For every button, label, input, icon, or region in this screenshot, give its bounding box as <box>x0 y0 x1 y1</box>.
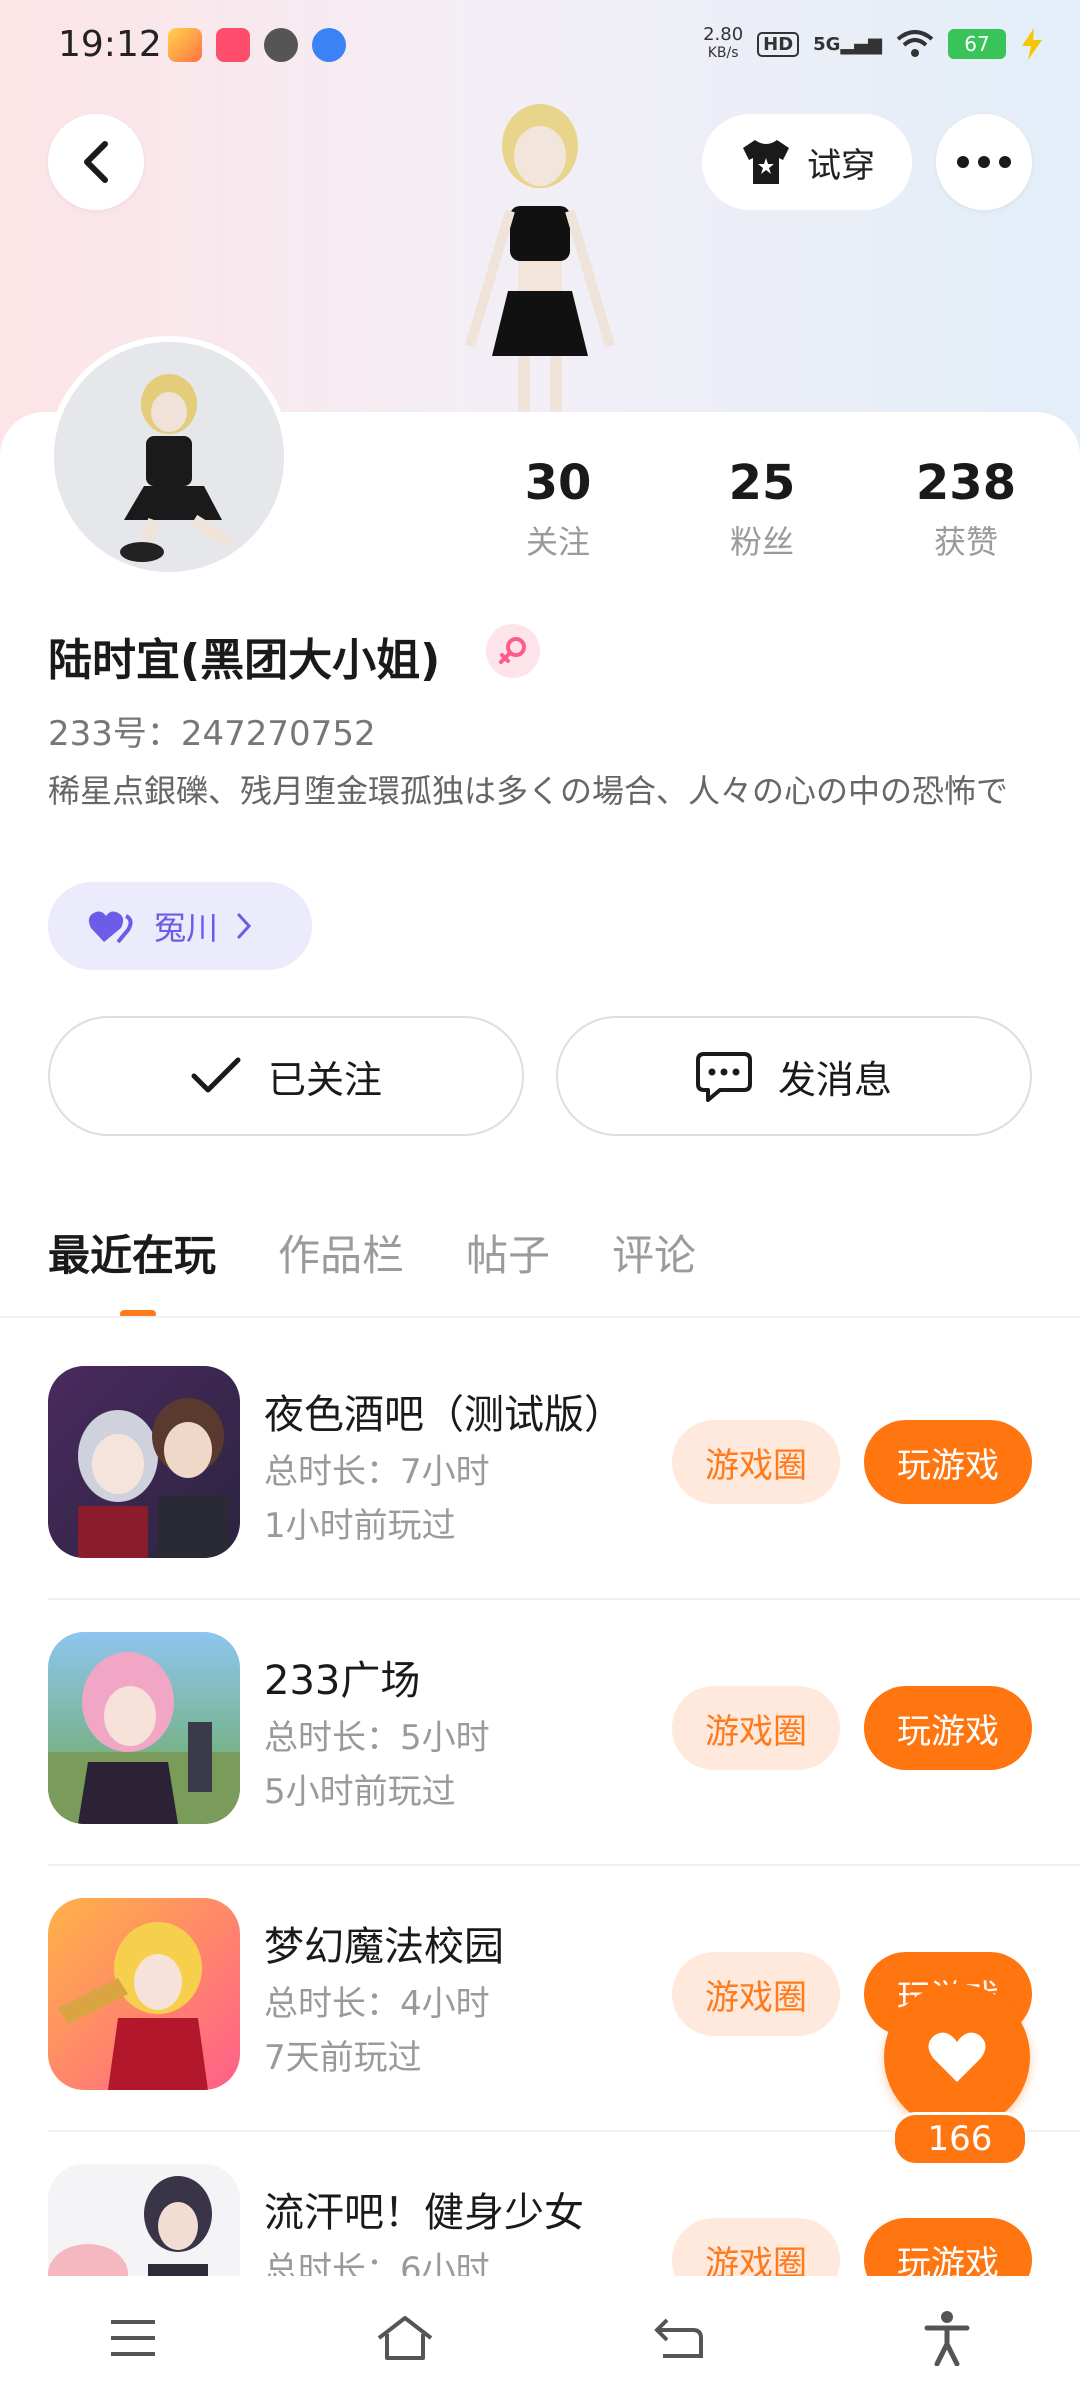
like-button[interactable] <box>884 1984 1030 2130</box>
game-title: 夜色酒吧（测试版） <box>264 1392 624 1438</box>
stat-value: 238 <box>915 455 1017 511</box>
checkmark-icon <box>191 1057 241 1093</box>
divider <box>0 1316 1080 1318</box>
stat-likes[interactable]: 238 获赞 <box>886 455 1046 563</box>
stat-value: 30 <box>524 455 592 511</box>
chat-notification-icon <box>264 28 298 62</box>
double-heart-icon <box>88 911 133 944</box>
menu-icon[interactable] <box>109 2318 157 2362</box>
game-icon <box>48 1898 240 2090</box>
message-label: 发消息 <box>777 1057 892 1102</box>
heart-icon <box>928 2032 986 2082</box>
stat-label: 关注 <box>525 523 590 561</box>
more-button[interactable] <box>936 114 1032 210</box>
game-total-time: 总时长：7小时 <box>264 1452 490 1492</box>
user-id: 233号：247270752 <box>48 714 376 754</box>
app-notification-icon <box>216 28 250 62</box>
game-title: 梦幻魔法校园 <box>264 1924 504 1970</box>
game-total-time: 总时长：6小时 <box>264 2250 490 2276</box>
wifi-icon <box>896 30 934 57</box>
game-icon <box>48 1366 240 1558</box>
home-icon[interactable] <box>375 2314 435 2366</box>
tab-works[interactable]: 作品栏 <box>278 1222 404 1283</box>
game-circle-button[interactable]: 游戏圈 <box>672 1420 840 1504</box>
play-game-button[interactable]: 玩游戏 <box>864 2218 1032 2276</box>
tab-comments[interactable]: 评论 <box>612 1222 696 1283</box>
chevron-right-icon <box>237 913 252 939</box>
notification-icons <box>168 28 346 62</box>
charging-icon <box>1022 28 1042 60</box>
game-last-played: 7天前玩过 <box>264 2038 422 2078</box>
signal-label: 5G <box>813 33 841 55</box>
list-item[interactable]: 夜色酒吧（测试版） 总时长：7小时 1小时前玩过 游戏圈 玩游戏 <box>0 1366 1080 1632</box>
try-on-label: 试穿 <box>807 145 875 186</box>
game-circle-button[interactable]: 游戏圈 <box>672 1952 840 2036</box>
game-circle-button[interactable]: 游戏圈 <box>672 2218 840 2276</box>
game-circle-button[interactable]: 游戏圈 <box>672 1686 840 1770</box>
game-icon <box>48 1632 240 1824</box>
like-count: 166 <box>892 2112 1028 2166</box>
profile-tabs: 最近在玩 作品栏 帖子 评论 <box>48 1222 696 1283</box>
divider <box>48 1864 1080 1866</box>
stat-followers[interactable]: 25 粉丝 <box>682 455 842 563</box>
net-speed: 2.80 <box>703 24 744 45</box>
follow-button[interactable]: 已关注 <box>48 1016 524 1136</box>
back-nav-icon[interactable] <box>653 2316 705 2364</box>
tab-recent-played[interactable]: 最近在玩 <box>48 1222 216 1283</box>
browser-notification-icon <box>312 28 346 62</box>
try-on-button[interactable]: 试穿 <box>702 114 912 210</box>
follow-label: 已关注 <box>267 1057 382 1102</box>
game-total-time: 总时长：4小时 <box>264 1984 490 2024</box>
stat-label: 粉丝 <box>729 523 794 561</box>
profile-name: 陆时宜(黑团大小姐) <box>48 635 441 686</box>
more-dots-icon <box>957 156 1011 168</box>
game-title: 233广场 <box>264 1658 421 1704</box>
relationship-tag-label: 冤川 <box>154 909 219 947</box>
stat-label: 获赞 <box>933 523 998 561</box>
play-game-button[interactable]: 玩游戏 <box>864 1420 1032 1504</box>
status-bar: 19:12 2.80 KB/s HD 5G▂▄▆ 67 <box>0 0 1080 96</box>
tab-posts[interactable]: 帖子 <box>466 1222 550 1283</box>
battery-icon: 67 <box>948 29 1006 59</box>
game-icon <box>48 2164 240 2276</box>
female-gender-icon <box>486 624 540 678</box>
status-time: 19:12 <box>58 24 162 65</box>
back-button[interactable] <box>48 114 144 210</box>
app-notification-icon <box>168 28 202 62</box>
net-speed-unit: KB/s <box>707 45 739 61</box>
hd-badge: HD <box>757 31 800 57</box>
list-item[interactable]: 流汗吧！健身少女 总时长：6小时 游戏圈 玩游戏 <box>0 2164 1080 2276</box>
game-title: 流汗吧！健身少女 <box>264 2190 584 2236</box>
list-item[interactable]: 233广场 总时长：5小时 5小时前玩过 游戏圈 玩游戏 <box>0 1632 1080 1898</box>
divider <box>48 1598 1080 1600</box>
play-game-button[interactable]: 玩游戏 <box>864 1686 1032 1770</box>
status-indicators: 2.80 KB/s HD 5G▂▄▆ 67 <box>703 26 1044 62</box>
avatar-3d-figure <box>430 96 650 416</box>
game-last-played: 5小时前玩过 <box>264 1772 456 1812</box>
stat-following[interactable]: 30 关注 <box>478 455 638 563</box>
system-nav-bar <box>0 2276 1080 2404</box>
chevron-left-icon <box>84 141 108 183</box>
tshirt-icon <box>743 140 789 184</box>
avatar[interactable] <box>48 336 290 578</box>
message-button[interactable]: 发消息 <box>556 1016 1032 1136</box>
chat-bubble-icon <box>695 1052 752 1102</box>
signal-icon: 5G▂▄▆ <box>813 33 882 55</box>
game-last-played: 1小时前玩过 <box>264 1506 456 1546</box>
stat-value: 25 <box>728 455 796 511</box>
game-total-time: 总时长：5小时 <box>264 1718 490 1758</box>
relationship-tag[interactable]: 冤川 <box>48 882 312 970</box>
accessibility-icon[interactable] <box>923 2310 971 2370</box>
user-bio: 稀星点銀礫、残月堕金環孤独は多くの場合、人々の心の中の恐怖で <box>48 772 1009 810</box>
